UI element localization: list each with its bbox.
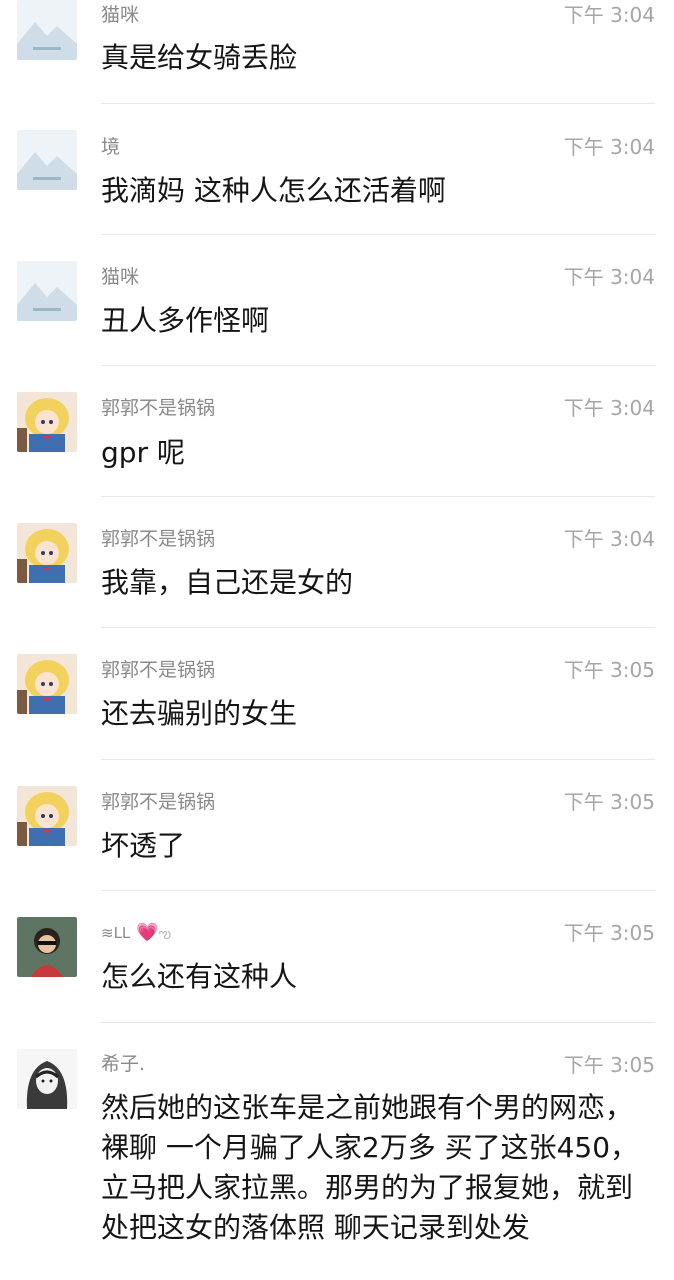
anime-girl-avatar[interactable] (17, 654, 77, 714)
sparkle-icon: ఌ (158, 926, 172, 942)
author-name: 希子. (101, 1053, 146, 1075)
comment-text: 坏透了 (101, 829, 186, 862)
timestamp: 下午 3:04 (563, 527, 655, 551)
author-name-text: LL (113, 924, 131, 942)
timestamp: 下午 3:04 (563, 3, 655, 27)
list-item[interactable]: 郭郭不是锅锅 下午 3:04 我靠，自己还是女的 (0, 497, 674, 628)
author-name: 境 (101, 136, 121, 158)
comment-text: 然后她的这张车是之前她跟有个男的网恋，裸聊 一个月骗了人家2万多 买了这张450… (101, 1091, 639, 1244)
list-item[interactable]: 希子. 下午 3:05 然后她的这张车是之前她跟有个男的网恋，裸聊 一个月骗了人… (0, 1023, 674, 1280)
timestamp: 下午 3:05 (563, 790, 655, 814)
comment-text: 还去骗别的女生 (101, 697, 298, 730)
comment-text: 怎么还有这种人 (101, 960, 298, 993)
timestamp: 下午 3:05 (563, 921, 655, 945)
author-name: ≋LL 💗ఌ (101, 920, 171, 946)
comment-text: 我滴妈 这种人怎么还活着啊 (101, 174, 446, 207)
sketch-girl-avatar[interactable] (17, 1049, 77, 1109)
timestamp: 下午 3:04 (563, 396, 655, 420)
list-item[interactable]: 猫咪 下午 3:04 真是给女骑丢脸 (0, 0, 674, 104)
author-name: 猫咪 (101, 4, 140, 26)
wifi-icon: ≋ (101, 924, 114, 942)
author-name: 郭郭不是锅锅 (101, 528, 216, 550)
placeholder-image-icon[interactable] (17, 261, 77, 321)
timestamp: 下午 3:04 (563, 135, 655, 159)
timestamp: 下午 3:04 (563, 265, 655, 289)
comment-text: 丑人多作怪啊 (101, 304, 270, 337)
comment-text: gpr 呢 (101, 436, 185, 469)
list-item[interactable]: 境 下午 3:04 我滴妈 这种人怎么还活着啊 (0, 104, 674, 235)
anime-girl-avatar[interactable] (17, 523, 77, 583)
comment-text: 真是给女骑丢脸 (101, 41, 298, 74)
author-name: 郭郭不是锅锅 (101, 397, 216, 419)
timestamp: 下午 3:05 (563, 658, 655, 682)
heart-icon: 💗 (136, 922, 159, 943)
placeholder-image-icon[interactable] (17, 130, 77, 190)
list-item[interactable]: 郭郭不是锅锅 下午 3:05 还去骗别的女生 (0, 628, 674, 760)
author-name: 郭郭不是锅锅 (101, 791, 216, 813)
author-name: 郭郭不是锅锅 (101, 659, 216, 681)
anime-girl-avatar[interactable] (17, 786, 77, 846)
timestamp: 下午 3:05 (563, 1053, 655, 1077)
comment-list[interactable]: 猫咪 下午 3:04 真是给女骑丢脸 境 下午 3:04 我滴妈 这种人怎么还活… (0, 0, 674, 1280)
list-item[interactable]: 郭郭不是锅锅 下午 3:04 gpr 呢 (0, 366, 674, 497)
list-item[interactable]: 猫咪 下午 3:04 丑人多作怪啊 (0, 235, 674, 366)
anime-girl-avatar[interactable] (17, 392, 77, 452)
comment-text: 我靠，自己还是女的 (101, 566, 354, 599)
girl-sunglasses-avatar[interactable] (17, 917, 77, 977)
author-name: 猫咪 (101, 266, 140, 288)
list-item[interactable]: 郭郭不是锅锅 下午 3:05 坏透了 (0, 760, 674, 891)
list-item[interactable]: ≋LL 💗ఌ 下午 3:05 怎么还有这种人 (0, 891, 674, 1023)
placeholder-image-icon[interactable] (17, 0, 77, 60)
